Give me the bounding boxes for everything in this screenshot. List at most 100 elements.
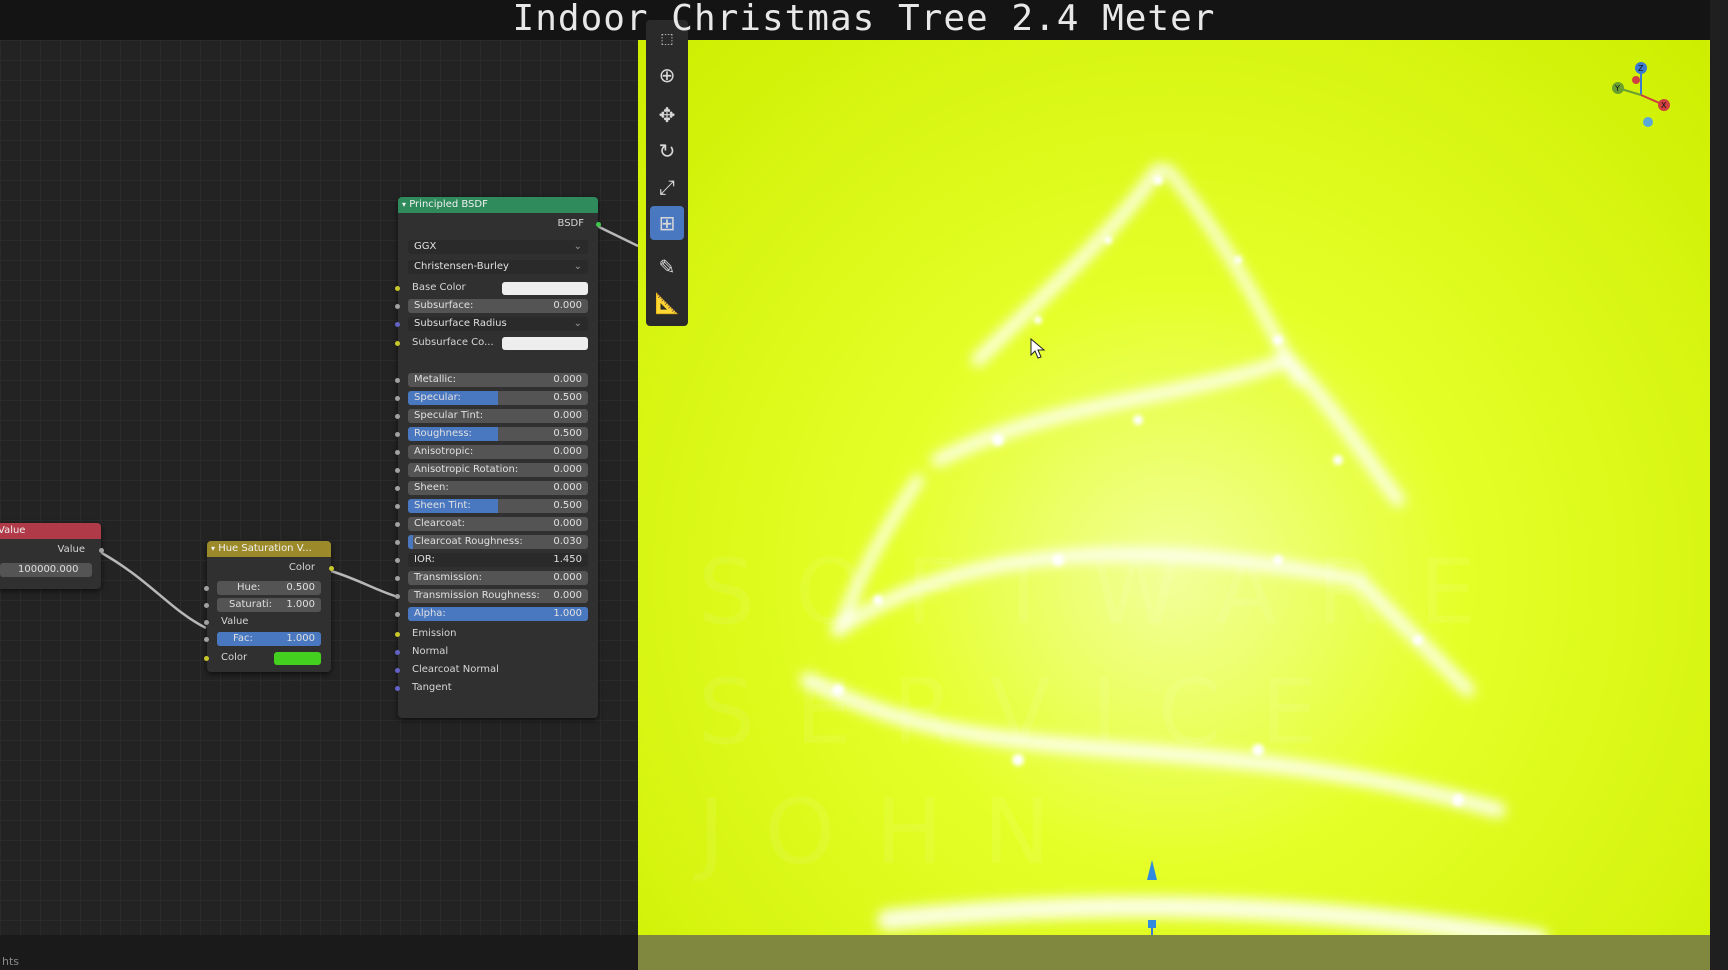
bsdf-input-socket[interactable] (395, 450, 400, 455)
bsdf-field-transmissionroughness[interactable]: Transmission Roughness: 0.000 (408, 589, 588, 603)
chevron-down-icon: ⌄ (573, 318, 582, 329)
bsdf-input-socket[interactable] (395, 432, 400, 437)
bsdf-field-ior[interactable]: IOR: 1.450 (408, 553, 588, 567)
bsdf-field-sheentint[interactable]: Sheen Tint: 0.500 (408, 499, 588, 513)
node-editor[interactable]: Value Value 100000.000 ▾ Hue Saturation … (0, 40, 638, 935)
navigation-gizmo[interactable]: Y X Z (1606, 60, 1676, 130)
bsdf-field-transmission[interactable]: Transmission: 0.000 (408, 571, 588, 585)
hue-input-socket[interactable] (204, 586, 209, 591)
subsurface-method-dropdown[interactable]: Christensen-Burley ⌄ (408, 260, 588, 274)
bsdf-input-socket[interactable] (395, 486, 400, 491)
subsurface-color-label: Subsurface Co... (412, 337, 494, 348)
fac-input-socket[interactable] (204, 637, 209, 642)
chevron-down-icon: ⌄ (573, 241, 582, 252)
fac-field[interactable]: Fac: 1.000 (217, 632, 321, 646)
watermark-line-1: SOFTWARE (698, 540, 1517, 645)
hue-output-label: Color (288, 562, 315, 573)
bsdf-input-socket[interactable] (395, 522, 400, 527)
color-input-socket[interactable] (204, 656, 209, 661)
value-field[interactable]: 100000.000 (0, 563, 92, 577)
hue-output-socket[interactable] (329, 566, 334, 571)
bsdf-field-alpha[interactable]: Alpha: 1.000 (408, 607, 588, 621)
subsurface-radius-socket[interactable] (395, 322, 400, 327)
value-node[interactable]: Value Value 100000.000 (0, 523, 104, 589)
bsdf-input-socket[interactable] (395, 558, 400, 563)
color-input-label: Color (221, 652, 248, 663)
properties-sidebar-strip[interactable] (1710, 0, 1728, 970)
rotate-icon[interactable]: ↻ (650, 134, 684, 168)
bsdf-input-socket[interactable] (395, 612, 400, 617)
tangent-label: Tangent (412, 682, 452, 693)
principled-bsdf-node[interactable]: ▾ Principled BSDF BSDF GGX ⌄ Christensen… (395, 197, 601, 718)
subsurface-radius-dropdown[interactable]: Subsurface Radius ⌄ (408, 317, 588, 331)
value-input-label: Value (221, 616, 249, 627)
chevron-down-icon: ⌄ (573, 261, 582, 272)
hue-field[interactable]: Hue: 0.500 (217, 581, 321, 595)
status-text: hts (2, 955, 20, 968)
bsdf-field-anisotropicrotation[interactable]: Anisotropic Rotation: 0.000 (408, 463, 588, 477)
hue-saturation-title: Hue Saturation V... (218, 543, 312, 554)
base-color-socket[interactable] (395, 286, 400, 291)
normal-label: Normal (412, 646, 449, 657)
watermark-line-2: SERVICE (698, 660, 1358, 765)
bsdf-input-socket[interactable] (395, 378, 400, 383)
bsdf-input-socket[interactable] (395, 414, 400, 419)
bsdf-field-roughness[interactable]: Roughness: 0.500 (408, 427, 588, 441)
subsurface-color-swatch[interactable] (502, 337, 588, 350)
bsdf-input-socket[interactable] (395, 468, 400, 473)
collapse-arrow-icon[interactable]: ▾ (211, 544, 215, 553)
bsdf-input-socket[interactable] (395, 396, 400, 401)
bsdf-output-socket[interactable] (596, 222, 601, 227)
collapse-arrow-icon[interactable]: ▾ (402, 200, 406, 209)
window-title: Indoor Christmas Tree 2.4 Meter (512, 0, 1216, 39)
move-icon[interactable]: ✥ (650, 98, 684, 132)
base-color-swatch[interactable] (502, 282, 588, 295)
tangent-socket[interactable] (395, 686, 400, 691)
hue-saturation-header[interactable]: ▾ Hue Saturation V... (207, 541, 331, 557)
value-node-header[interactable]: Value (0, 523, 101, 539)
value-input-socket[interactable] (204, 620, 209, 625)
bsdf-field-speculartint[interactable]: Specular Tint: 0.000 (408, 409, 588, 423)
transform-icon[interactable]: ⊞ (650, 206, 684, 240)
emission-label: Emission (412, 628, 457, 639)
base-color-label: Base Color (412, 282, 466, 293)
bsdf-input-socket[interactable] (395, 504, 400, 509)
bsdf-field-specular[interactable]: Specular: 0.500 (408, 391, 588, 405)
bsdf-input-socket[interactable] (395, 540, 400, 545)
viewport-toolbar: ⬚ ⊕ ✥ ↻ ⤢ ⊞ ✎ 📐 (646, 20, 688, 326)
bsdf-title: Principled BSDF (409, 199, 488, 210)
cursor-icon[interactable]: ⊕ (650, 58, 684, 92)
3d-viewport[interactable]: SOFTWARE SERVICE JOHN Y X Z (638, 40, 1710, 935)
bsdf-field-sheen[interactable]: Sheen: 0.000 (408, 481, 588, 495)
watermark-line-3: JOHN (698, 780, 1091, 885)
emission-socket[interactable] (395, 632, 400, 637)
value-node-title: Value (0, 525, 26, 536)
bsdf-input-socket[interactable] (395, 594, 400, 599)
bsdf-header[interactable]: ▾ Principled BSDF (398, 197, 598, 213)
saturation-input-socket[interactable] (204, 603, 209, 608)
scale-icon[interactable]: ⤢ (650, 170, 684, 204)
bsdf-field-clearcoatroughness[interactable]: Clearcoat Roughness: 0.030 (408, 535, 588, 549)
saturation-field[interactable]: Saturati: 1.000 (217, 598, 321, 612)
svg-text:Y: Y (1614, 84, 1620, 93)
bsdf-field-anisotropic[interactable]: Anisotropic: 0.000 (408, 445, 588, 459)
svg-text:X: X (1661, 101, 1667, 110)
bsdf-field-clearcoat[interactable]: Clearcoat: 0.000 (408, 517, 588, 531)
clearcoat-normal-socket[interactable] (395, 668, 400, 673)
subsurface-color-socket[interactable] (395, 341, 400, 346)
bsdf-field-metallic[interactable]: Metallic: 0.000 (408, 373, 588, 387)
value-output-label: Value (57, 544, 85, 555)
subsurface-field[interactable]: Subsurface: 0.000 (408, 299, 588, 313)
clearcoat-normal-label: Clearcoat Normal (412, 664, 499, 675)
value-output-socket[interactable] (99, 548, 104, 553)
distribution-dropdown[interactable]: GGX ⌄ (408, 240, 588, 254)
measure-icon[interactable]: 📐 (650, 286, 684, 320)
mouse-cursor-icon (1030, 338, 1046, 359)
color-swatch[interactable] (274, 652, 321, 665)
bsdf-output-label: BSDF (557, 218, 584, 229)
subsurface-socket[interactable] (395, 304, 400, 309)
normal-socket[interactable] (395, 650, 400, 655)
hue-saturation-node[interactable]: ▾ Hue Saturation V... Color Hue: 0.500 S… (204, 541, 334, 672)
annotate-icon[interactable]: ✎ (650, 250, 684, 284)
bsdf-input-socket[interactable] (395, 576, 400, 581)
